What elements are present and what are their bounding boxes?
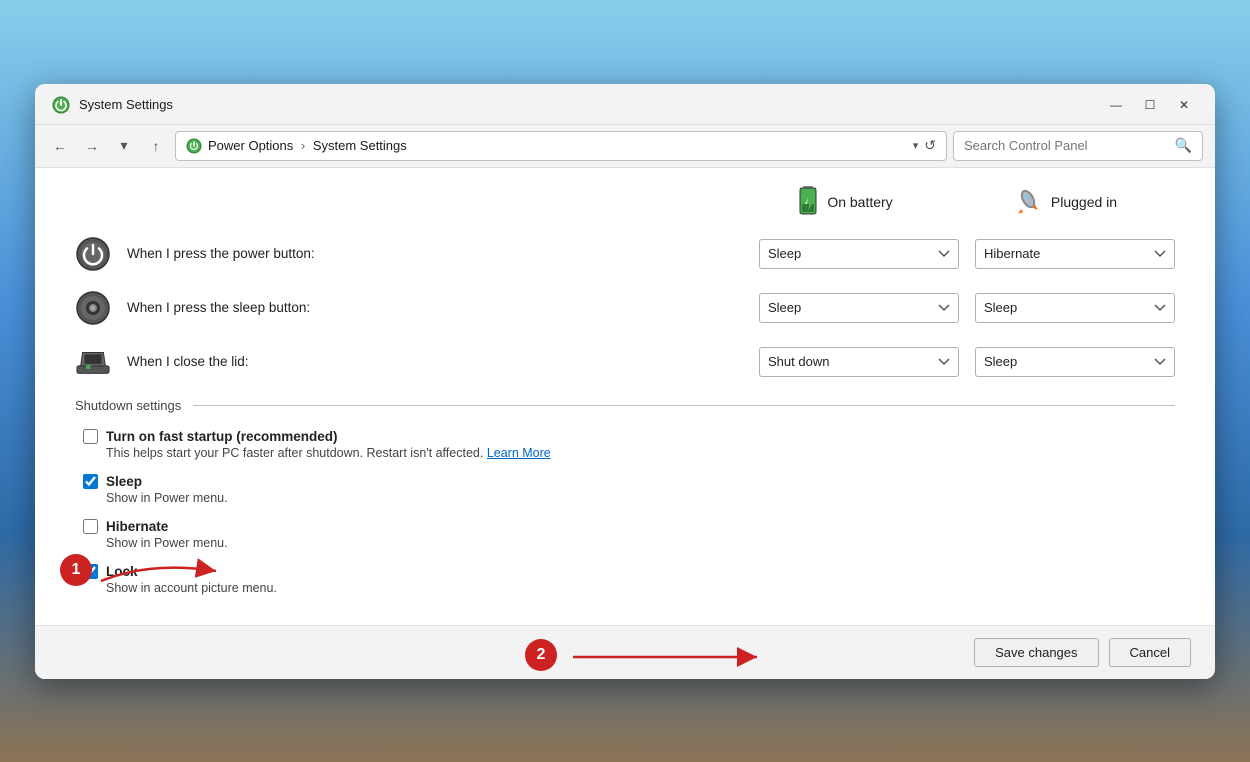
power-button-plugged-select[interactable]: Hibernate Do nothing Sleep Shut down Tur… xyxy=(975,239,1175,269)
fast-startup-desc: This helps start your PC faster after sh… xyxy=(106,446,1175,460)
save-changes-button[interactable]: Save changes xyxy=(974,638,1098,667)
sleep-button-battery-select[interactable]: Sleep Do nothing Hibernate Shut down Tur… xyxy=(759,293,959,323)
battery-icon xyxy=(797,184,819,220)
on-battery-label: On battery xyxy=(827,194,892,210)
cancel-button[interactable]: Cancel xyxy=(1109,638,1191,667)
title-bar-controls: — ☐ ✕ xyxy=(1101,94,1199,116)
fast-startup-checkbox[interactable] xyxy=(83,429,98,444)
lock-item: Lock Show in account picture menu. xyxy=(83,564,1175,595)
restore-button[interactable]: ☐ xyxy=(1135,94,1165,116)
laptop-lid-icon xyxy=(75,344,111,380)
lock-desc: Show in account picture menu. xyxy=(106,581,1175,595)
plugged-in-label: Plugged in xyxy=(1051,194,1117,210)
up-button[interactable]: ↑ xyxy=(143,133,169,159)
hibernate-checkbox[interactable] xyxy=(83,519,98,534)
power-button-label: When I press the power button: xyxy=(127,246,743,261)
plugged-in-header: Plugged in xyxy=(955,184,1175,220)
hibernate-shutdown-label[interactable]: Hibernate xyxy=(106,519,168,534)
shutdown-section-label: Shutdown settings xyxy=(75,398,181,413)
power-button-row: When I press the power button: Sleep Do … xyxy=(75,236,1175,272)
address-dropdown-arrow[interactable]: ▾ xyxy=(913,139,919,152)
sleep-button-row: When I press the sleep button: Sleep Do … xyxy=(75,290,1175,326)
close-button[interactable]: ✕ xyxy=(1169,94,1199,116)
power-button-battery-select[interactable]: Sleep Do nothing Hibernate Shut down Tur… xyxy=(759,239,959,269)
search-input[interactable] xyxy=(964,138,1169,153)
shutdown-settings-divider: Shutdown settings xyxy=(75,398,1175,413)
fast-startup-label[interactable]: Turn on fast startup (recommended) xyxy=(106,429,338,444)
annotation-1: 1 xyxy=(60,554,92,586)
lid-plugged-select[interactable]: Sleep Do nothing Hibernate Shut down Tur… xyxy=(975,347,1175,377)
dropdown-nav-button[interactable]: ▾ xyxy=(111,133,137,159)
sleep-shutdown-label[interactable]: Sleep xyxy=(106,474,142,489)
learn-more-link[interactable]: Learn More xyxy=(487,446,551,460)
annotation-arrow-2 xyxy=(557,637,777,677)
hibernate-checkbox-row: Hibernate xyxy=(83,519,1175,534)
sleep-button-dropdowns: Sleep Do nothing Hibernate Shut down Tur… xyxy=(759,293,1175,323)
power-button-icon xyxy=(75,236,111,272)
address-path: Power Options › System Settings xyxy=(208,138,907,153)
title-bar-left: System Settings xyxy=(51,95,173,115)
nav-bar: ← → ▾ ↑ Power Options › System Settings … xyxy=(35,125,1215,168)
divider-line xyxy=(193,405,1175,406)
sleep-checkbox-row: Sleep xyxy=(83,474,1175,489)
address-part2: System Settings xyxy=(313,138,407,153)
sleep-item: Sleep Show in Power menu. xyxy=(83,474,1175,505)
lid-battery-select[interactable]: Shut down Do nothing Sleep Hibernate Tur… xyxy=(759,347,959,377)
on-battery-header: On battery xyxy=(735,184,955,220)
hibernate-desc: Show in Power menu. xyxy=(106,536,1175,550)
fast-startup-checkbox-row: Turn on fast startup (recommended) xyxy=(83,429,1175,444)
lid-dropdowns: Shut down Do nothing Sleep Hibernate Tur… xyxy=(759,347,1175,377)
plugged-in-icon xyxy=(1013,187,1043,217)
annotation-arrow-1 xyxy=(91,551,231,591)
back-button[interactable]: ← xyxy=(47,133,73,159)
lid-label: When I close the lid: xyxy=(127,354,743,369)
address-part1: Power Options xyxy=(208,138,293,153)
annotation-2: 2 xyxy=(525,639,557,671)
window-icon xyxy=(51,95,71,115)
address-refresh-button[interactable]: ↺ xyxy=(924,137,936,154)
sleep-button-icon xyxy=(75,290,111,326)
power-icon xyxy=(75,236,111,272)
address-separator: › xyxy=(301,138,309,153)
window-title: System Settings xyxy=(79,97,173,112)
search-bar[interactable]: 🔍 xyxy=(953,131,1203,161)
address-bar[interactable]: Power Options › System Settings ▾ ↺ xyxy=(175,131,947,161)
fast-startup-item: Turn on fast startup (recommended) This … xyxy=(83,429,1175,460)
lock-checkbox-row: Lock xyxy=(83,564,1175,579)
title-bar: System Settings — ☐ ✕ xyxy=(35,84,1215,125)
lid-icon xyxy=(75,344,111,380)
column-headers: On battery Plugged in xyxy=(75,184,1175,220)
hibernate-item: Hibernate Show in Power menu. xyxy=(83,519,1175,550)
lid-row: When I close the lid: Shut down Do nothi… xyxy=(75,344,1175,380)
search-button[interactable]: 🔍 xyxy=(1175,137,1192,154)
sleep-icon xyxy=(75,290,111,326)
address-bar-icon xyxy=(186,138,202,154)
forward-button[interactable]: → xyxy=(79,133,105,159)
minimize-button[interactable]: — xyxy=(1101,94,1131,116)
sleep-button-plugged-select[interactable]: Sleep Do nothing Hibernate Shut down Tur… xyxy=(975,293,1175,323)
sleep-desc: Show in Power menu. xyxy=(106,491,1175,505)
power-button-dropdowns: Sleep Do nothing Hibernate Shut down Tur… xyxy=(759,239,1175,269)
sleep-button-label: When I press the sleep button: xyxy=(127,300,743,315)
sleep-checkbox[interactable] xyxy=(83,474,98,489)
